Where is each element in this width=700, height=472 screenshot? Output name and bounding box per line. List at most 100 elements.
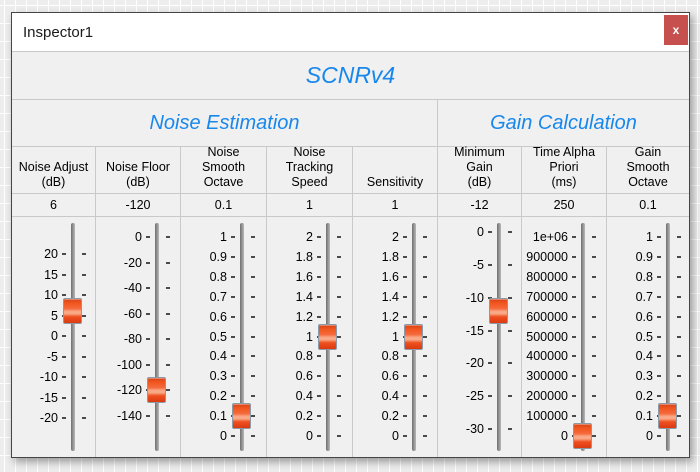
tick-mark [592, 415, 596, 417]
tick-label: 0.2 [353, 410, 399, 422]
tick-mark [508, 428, 512, 430]
title-bar[interactable]: Inspector1 x [12, 13, 689, 52]
tick-mark [677, 256, 681, 258]
tick-label: 1.8 [267, 251, 313, 263]
column-header-sensitivity: Sensitivity [353, 147, 437, 194]
slider-track-noise-floor[interactable] [155, 223, 159, 451]
tick-mark [317, 296, 321, 298]
slider-track-time-alpha-priori[interactable] [581, 223, 585, 451]
tick-mark [403, 375, 407, 377]
column-header-noise-tracking-speed: Noise Tracking Speed [267, 147, 352, 194]
tick-label: 600000 [522, 311, 568, 323]
tick-mark [423, 355, 427, 357]
tick-label: 0 [181, 430, 227, 442]
tick-mark [337, 395, 341, 397]
tick-mark [317, 355, 321, 357]
tick-mark [423, 296, 427, 298]
tick-mark [62, 397, 66, 399]
tick-label: 800000 [522, 271, 568, 283]
tick-label: -5 [438, 259, 484, 271]
slider-handle-minimum-gain[interactable] [489, 298, 508, 324]
slider-columns: Noise Adjust (dB)620151050-5-10-15-20Noi… [12, 147, 689, 457]
close-button[interactable]: x [664, 15, 688, 45]
tick-label: 400000 [522, 350, 568, 362]
tick-label: 0.6 [353, 370, 399, 382]
tick-label: 0 [353, 430, 399, 442]
tick-mark [572, 316, 576, 318]
tick-mark [251, 395, 255, 397]
slider-handle-noise-floor[interactable] [147, 377, 166, 403]
tick-label: 0.3 [607, 370, 653, 382]
slider-sensitivity: 21.81.61.41.210.80.60.40.20 [353, 217, 437, 457]
tick-mark [317, 395, 321, 397]
slider-gain-smooth-octave: 10.90.80.70.60.50.40.30.20.10 [607, 217, 689, 457]
column-header-noise-adjust: Noise Adjust (dB) [12, 147, 95, 194]
tick-label: -30 [438, 423, 484, 435]
tick-label: 15 [12, 269, 58, 281]
tick-mark [62, 294, 66, 296]
tick-mark [592, 395, 596, 397]
tick-mark [508, 297, 512, 299]
tick-label: 0 [607, 430, 653, 442]
slider-handle-time-alpha-priori[interactable] [573, 423, 592, 449]
slider-handle-sensitivity[interactable] [404, 324, 423, 350]
tick-mark [508, 395, 512, 397]
tick-mark [231, 395, 235, 397]
tick-mark [592, 375, 596, 377]
slider-handle-noise-smooth-octave[interactable] [232, 403, 251, 429]
tick-mark [508, 362, 512, 364]
slider-noise-floor: 0-20-40-60-80-100-120-140 [96, 217, 180, 457]
slider-track-noise-adjust[interactable] [71, 223, 75, 451]
tick-mark [423, 415, 427, 417]
tick-mark [677, 296, 681, 298]
tick-label: 0.7 [181, 291, 227, 303]
tick-mark [572, 415, 576, 417]
tick-mark [166, 236, 170, 238]
slider-noise-smooth-octave: 10.90.80.70.60.50.40.30.20.10 [181, 217, 266, 457]
tick-label: 0 [267, 430, 313, 442]
tick-mark [251, 256, 255, 258]
tick-mark [337, 336, 341, 338]
tick-mark [677, 395, 681, 397]
tick-mark [657, 276, 661, 278]
tick-mark [317, 316, 321, 318]
tick-mark [82, 253, 86, 255]
tick-label: -60 [96, 308, 142, 320]
tick-mark [82, 315, 86, 317]
tick-mark [337, 415, 341, 417]
tick-label: 1.2 [353, 311, 399, 323]
tick-mark [677, 375, 681, 377]
tick-label: 0.4 [607, 350, 653, 362]
slider-column-minimum-gain: Minimum Gain (dB)-120-5-10-15-20-25-30 [438, 147, 522, 457]
tick-label: 0 [522, 430, 568, 442]
tick-label: 1 [607, 231, 653, 243]
tick-label: 0.8 [181, 271, 227, 283]
slider-noise-tracking-speed: 21.81.61.41.210.80.60.40.20 [267, 217, 352, 457]
tick-label: 700000 [522, 291, 568, 303]
tick-mark [231, 316, 235, 318]
tick-mark [508, 231, 512, 233]
tick-label: 10 [12, 289, 58, 301]
column-value-noise-adjust: 6 [12, 194, 95, 217]
slider-handle-gain-smooth-octave[interactable] [658, 403, 677, 429]
tick-mark [166, 364, 170, 366]
tick-mark [572, 375, 576, 377]
tick-mark [403, 316, 407, 318]
tick-mark [572, 236, 576, 238]
section-header-noise-estimation: Noise Estimation [12, 100, 438, 146]
tick-label: 1.6 [267, 271, 313, 283]
tick-mark [82, 294, 86, 296]
tick-mark [403, 256, 407, 258]
slider-handle-noise-tracking-speed[interactable] [318, 324, 337, 350]
tick-mark [592, 236, 596, 238]
slider-track-minimum-gain[interactable] [497, 223, 501, 451]
slider-handle-noise-adjust[interactable] [63, 298, 82, 324]
tick-mark [337, 276, 341, 278]
tick-mark [166, 262, 170, 264]
tick-mark [488, 264, 492, 266]
tick-mark [337, 435, 341, 437]
tick-mark [592, 276, 596, 278]
tick-label: -40 [96, 282, 142, 294]
tick-mark [337, 296, 341, 298]
tick-mark [166, 313, 170, 315]
